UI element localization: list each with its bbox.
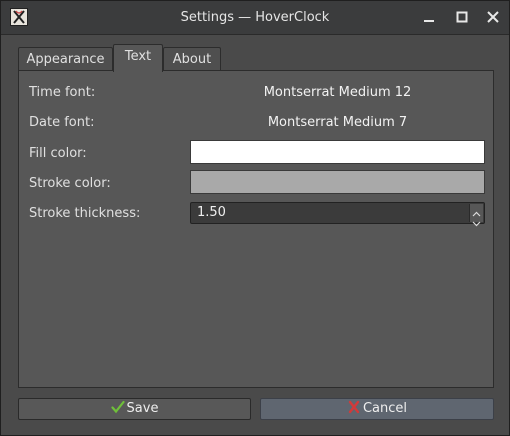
- maximize-button[interactable]: [454, 9, 470, 25]
- stroke-thickness-value[interactable]: 1.50: [197, 203, 226, 223]
- cancel-button-label: Cancel: [362, 401, 408, 416]
- stroke-color-label: Stroke color:: [29, 176, 111, 191]
- fill-color-swatch[interactable]: [190, 140, 485, 164]
- close-icon: [487, 11, 499, 23]
- stroke-thickness-label: Stroke thickness:: [29, 206, 141, 221]
- settings-window: Settings — HoverClock Appearance Text Ab…: [0, 0, 510, 436]
- minimize-icon: [424, 20, 434, 22]
- date-font-label: Date font:: [29, 115, 95, 130]
- spin-buttons: [469, 204, 483, 227]
- time-font-button[interactable]: Montserrat Medium 12: [190, 85, 485, 100]
- stroke-color-swatch[interactable]: [190, 170, 485, 194]
- close-button[interactable]: [485, 9, 501, 25]
- cross-icon: [347, 400, 361, 414]
- tab-appearance[interactable]: Appearance: [18, 47, 113, 71]
- maximize-icon: [456, 11, 468, 23]
- fill-color-label: Fill color:: [29, 146, 87, 161]
- title-bar[interactable]: Settings — HoverClock: [1, 1, 509, 35]
- stroke-thickness-spinbox[interactable]: 1.50: [190, 202, 485, 227]
- cancel-button[interactable]: Cancel: [260, 398, 494, 420]
- spin-down-button[interactable]: [470, 213, 483, 227]
- minimize-button[interactable]: [421, 9, 437, 25]
- spin-up-button[interactable]: [470, 204, 483, 217]
- chevron-down-icon: [472, 221, 481, 227]
- time-font-label: Time font:: [29, 85, 96, 100]
- tab-text[interactable]: Text: [113, 44, 163, 72]
- save-button[interactable]: Save: [18, 398, 251, 420]
- save-button-label: Save: [126, 401, 159, 416]
- checkmark-icon: [110, 400, 125, 414]
- date-font-button[interactable]: Montserrat Medium 7: [190, 115, 485, 130]
- text-settings-panel: Time font: Montserrat Medium 12 Date fon…: [18, 70, 494, 388]
- tab-about[interactable]: About: [163, 47, 221, 71]
